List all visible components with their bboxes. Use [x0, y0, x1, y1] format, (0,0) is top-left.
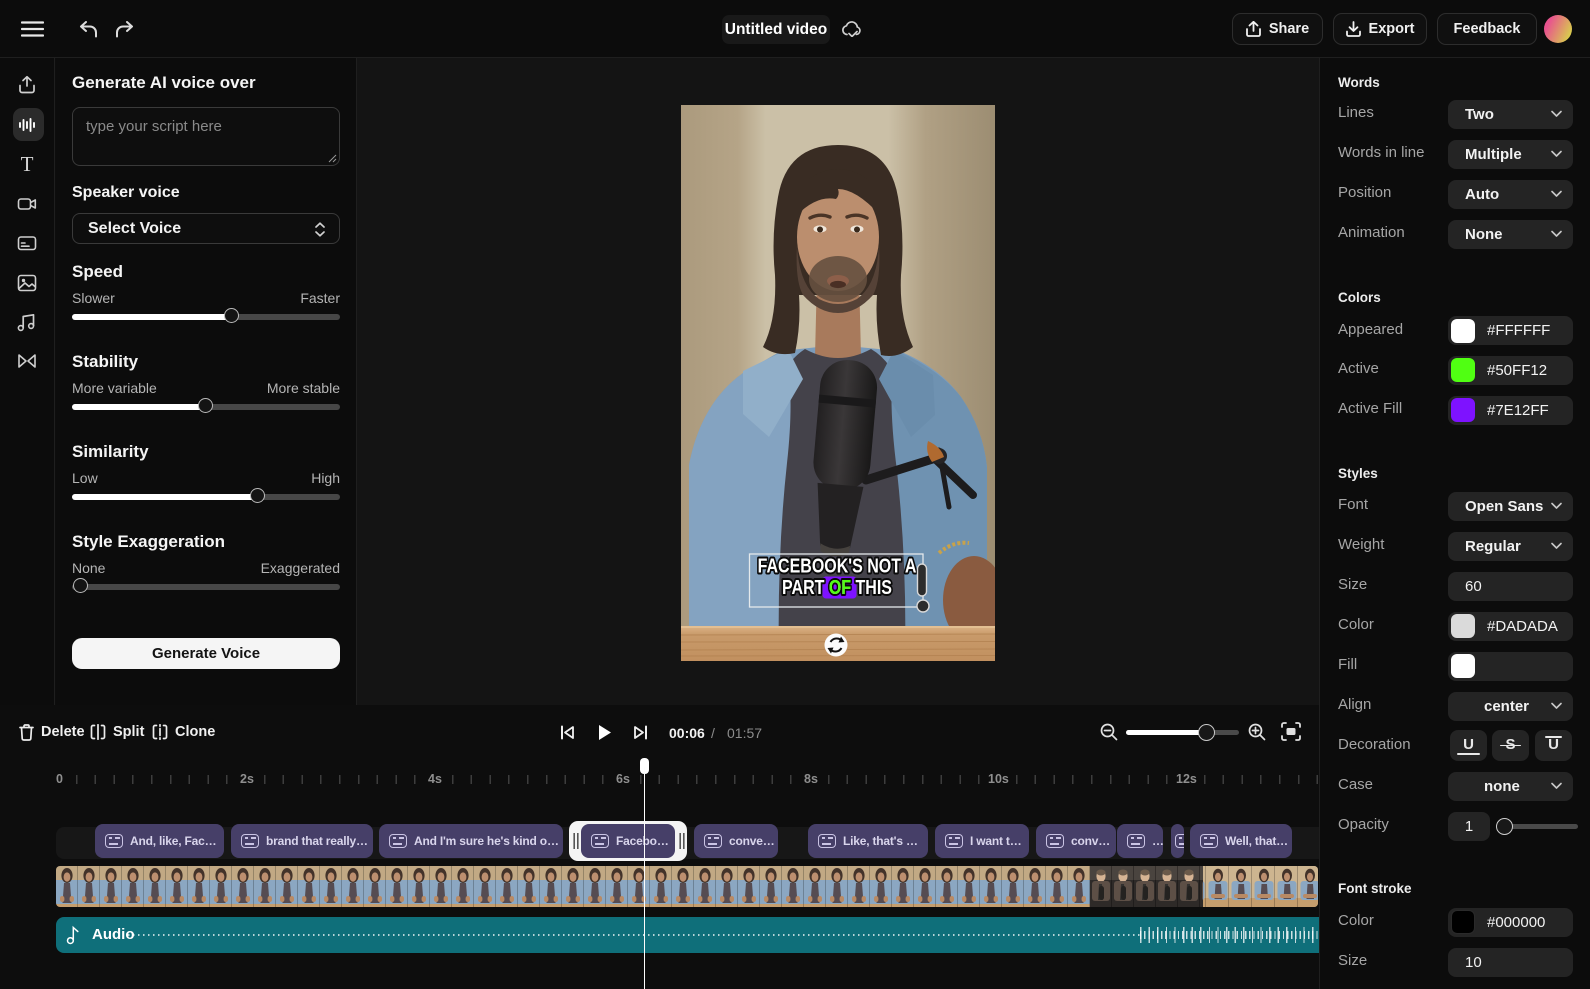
svg-text:OF: OF: [829, 576, 851, 598]
svg-text:FACEBOOK'S NOT A: FACEBOOK'S NOT A: [758, 555, 917, 577]
